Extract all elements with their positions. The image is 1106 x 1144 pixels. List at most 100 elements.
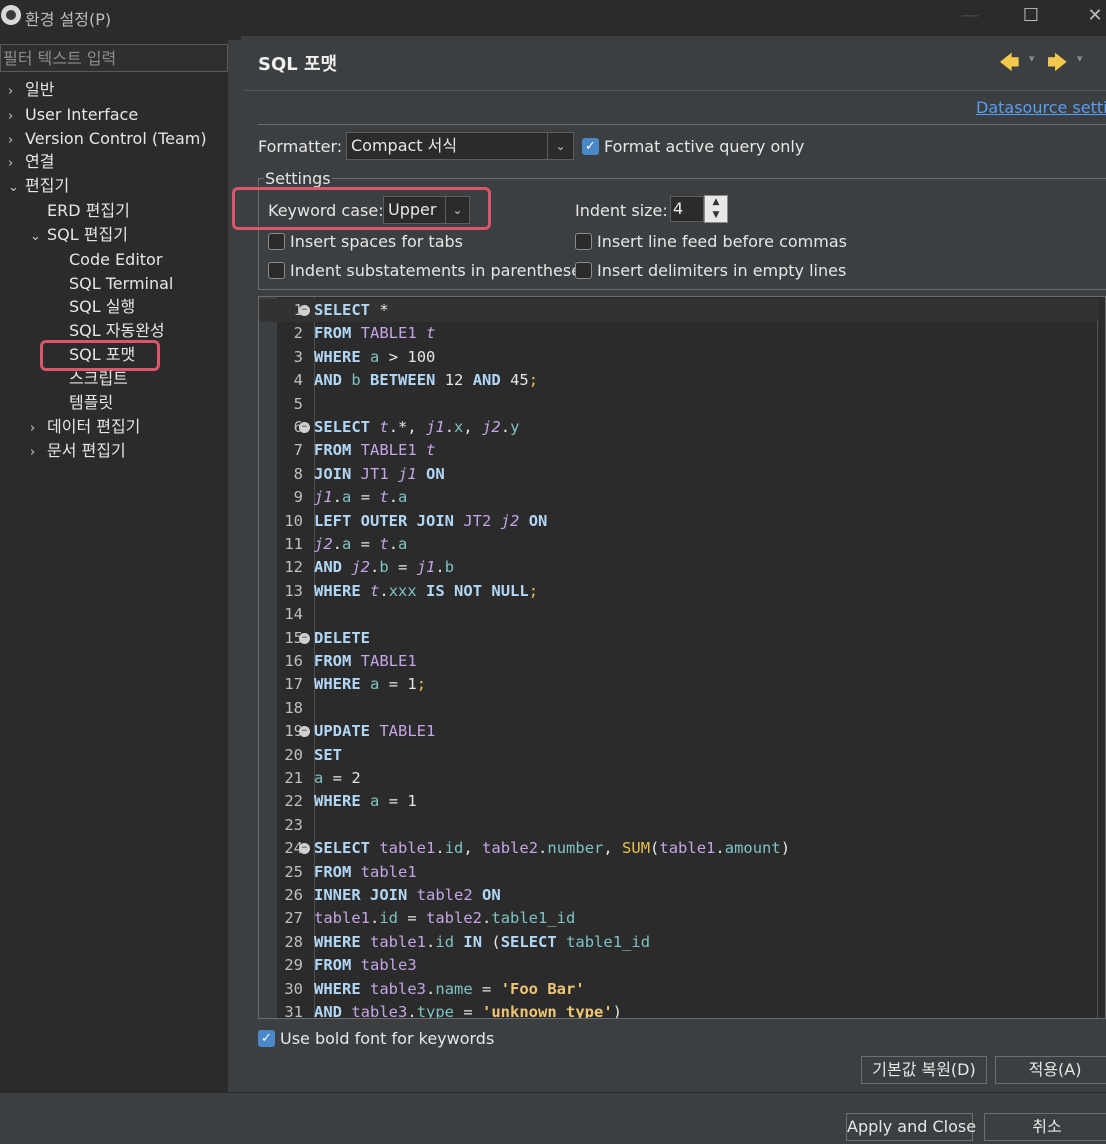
tree-item-sql-editor[interactable]: ⌄ SQL 편집기 (30, 223, 128, 247)
back-dropdown-icon[interactable]: ▾ (1029, 52, 1035, 65)
fold-collapse-icon[interactable]: − (299, 422, 310, 433)
line-number: 17 (284, 675, 303, 694)
bold-keywords-checkbox[interactable]: ✓ (258, 1030, 275, 1047)
code-token: 1 (407, 675, 417, 694)
code-token: table1 (379, 839, 436, 858)
code-token: 'Foo Bar' (500, 979, 585, 998)
code-token: . (388, 535, 399, 553)
line-feed-commas-label: Insert line feed before commas (597, 232, 847, 251)
fold-collapse-icon[interactable]: − (299, 726, 310, 738)
code-token: LEFT OUTER JOIN (314, 511, 454, 530)
code-token: FROM (314, 441, 352, 460)
formatter-label: Formatter: (258, 137, 343, 156)
apply-and-close-button[interactable]: Apply and Close (846, 1113, 976, 1141)
indent-substatements-checkbox[interactable] (268, 262, 285, 279)
code-token: . (370, 558, 380, 577)
code-token: . (435, 839, 445, 858)
code-token: FROM (314, 956, 352, 975)
code-text: WHERE table3.name = 'Foo Bar' (314, 978, 585, 1001)
chevron-down-icon[interactable]: ⌄ (547, 133, 573, 159)
chevron-right-icon[interactable]: › (30, 417, 44, 441)
maximize-icon[interactable]: ☐ (1016, 4, 1046, 28)
spin-up-icon[interactable]: ▲ (705, 196, 727, 209)
code-token: a (314, 769, 324, 787)
code-line: 19− UPDATE TABLE1 (259, 720, 1099, 743)
code-token: t (426, 324, 436, 343)
code-token: . (388, 488, 399, 507)
fold-collapse-icon[interactable]: − (299, 305, 310, 316)
code-token: SET (314, 745, 342, 764)
datasource-settings-link[interactable]: Datasource settings (976, 98, 1106, 117)
tree-item-editors[interactable]: ⌄ 편집기 (8, 174, 69, 198)
editor-scrollbar[interactable] (1097, 319, 1105, 1018)
close-icon[interactable]: ✕ (1080, 4, 1106, 28)
code-token: IN (463, 932, 483, 951)
filter-input[interactable] (0, 44, 228, 72)
forward-dropdown-icon[interactable]: ▾ (1077, 52, 1083, 65)
code-token: = (351, 488, 380, 507)
insert-spaces-checkbox[interactable] (268, 233, 285, 250)
code-line: 21 a = 2 (259, 767, 1099, 790)
indent-size-input[interactable]: 4 (670, 196, 704, 222)
code-token: table1 (370, 932, 427, 951)
spin-down-icon[interactable]: ▼ (705, 209, 727, 222)
chevron-right-icon[interactable]: › (8, 80, 22, 104)
restore-defaults-button[interactable]: 기본값 복원(D) (861, 1056, 987, 1084)
dialog-button-bar: Apply and Close 취소 (0, 1092, 1106, 1144)
format-active-query-label: Format active query only (604, 137, 805, 156)
tree-item-user-interface[interactable]: › User Interface (8, 103, 138, 127)
indent-size-spinner[interactable]: ▲ ▼ (704, 195, 728, 223)
chevron-right-icon[interactable]: › (8, 105, 22, 129)
tree-item-document-editor[interactable]: › 문서 편집기 (30, 439, 126, 463)
tree-item-sql-execute[interactable]: SQL 실행 (69, 295, 135, 319)
formatter-value: Compact 서식 (351, 136, 458, 155)
tree-item-general[interactable]: › 일반 (8, 78, 54, 102)
line-number: 20 (284, 745, 303, 764)
fold-collapse-icon[interactable]: − (299, 843, 310, 855)
minimize-icon[interactable]: — (955, 4, 985, 28)
tree-item-code-editor[interactable]: Code Editor (69, 248, 162, 272)
fold-collapse-icon[interactable]: − (299, 632, 310, 644)
code-token: j2 (314, 535, 333, 553)
tree-item-data-editor[interactable]: › 데이터 편집기 (30, 415, 140, 439)
code-token: table3 (360, 956, 417, 975)
sql-preview-editor[interactable]: 1−SELECT *2FROM TABLE1 t3WHERE a > 1004A… (258, 296, 1106, 1019)
tree-item-erd-editor[interactable]: ERD 편집기 (47, 199, 130, 223)
chevron-down-icon[interactable]: ⌄ (8, 176, 22, 200)
code-token: AND (314, 1003, 342, 1019)
code-token: FROM (314, 324, 352, 343)
code-token: = (351, 535, 380, 553)
line-feed-commas-checkbox[interactable] (575, 233, 592, 250)
delimiters-empty-checkbox[interactable] (575, 262, 592, 279)
tree-item-scripts[interactable]: 스크립트 (69, 367, 128, 391)
code-line: 16 FROM TABLE1 (259, 650, 1099, 673)
tree-item-templates[interactable]: 템플릿 (69, 391, 113, 415)
forward-arrow-icon[interactable]: 🡆 (1047, 48, 1068, 82)
chevron-right-icon[interactable]: › (8, 152, 22, 176)
code-line: 24− SELECT table1.id, table2.number, SUM(… (259, 837, 1099, 860)
formatter-select[interactable]: Compact 서식 ⌄ (346, 132, 574, 160)
code-text: AND j2.b = j1.b (314, 556, 454, 579)
tree-item-sql-terminal[interactable]: SQL Terminal (69, 272, 173, 296)
back-arrow-icon[interactable]: 🡄 (999, 48, 1020, 82)
code-token: j1 (398, 464, 417, 483)
code-token: * (370, 301, 389, 319)
line-number: 9 (293, 488, 303, 507)
chevron-right-icon[interactable]: › (30, 441, 44, 465)
preference-page: SQL 포맷 🡄 ▾ 🡆 ▾ Datasource settings Forma… (232, 36, 1106, 1092)
tree-item-version-control[interactable]: › Version Control (Team) (8, 127, 207, 151)
format-active-query-checkbox[interactable]: ✓ (582, 138, 599, 155)
apply-button[interactable]: 적용(A) (995, 1056, 1106, 1084)
cancel-button[interactable]: 취소 (984, 1113, 1106, 1141)
code-text: a = 2 (314, 767, 361, 790)
code-token: . (444, 418, 455, 436)
tree-item-connection[interactable]: › 연결 (8, 150, 54, 174)
chevron-down-icon[interactable]: ⌄ (30, 225, 44, 249)
code-token: > (379, 347, 408, 366)
